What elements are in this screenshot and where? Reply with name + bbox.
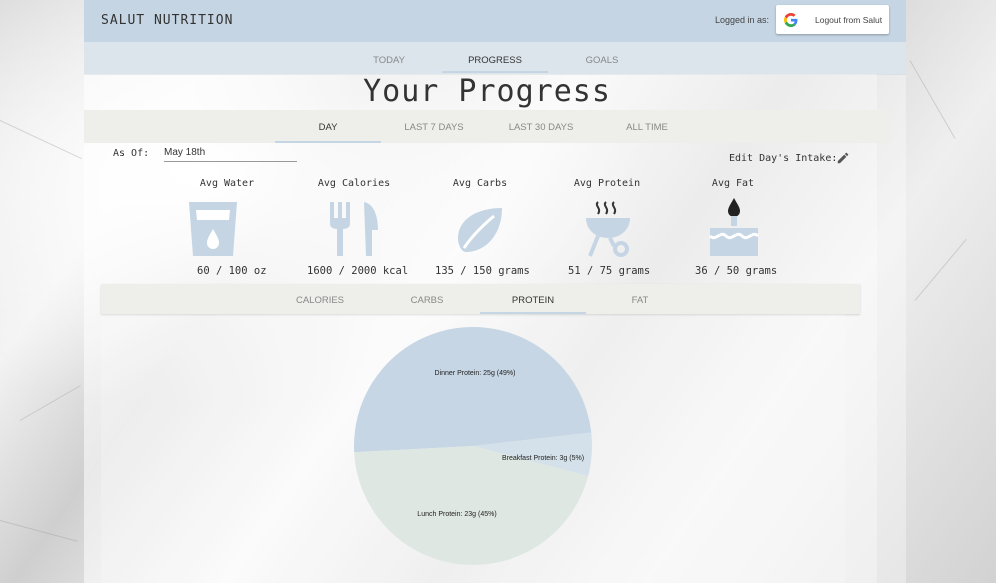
pie-slice-breakfast-label: Breakfast Protein: 3g (5%) [502,455,584,462]
protein-pie-chart: Dinner Protein: 25g (49%) Breakfast Prote… [353,326,592,565]
pie-slice-dinner[interactable] [353,326,592,453]
pie-slice-lunch-label: Lunch Protein: 23g (45%) [417,511,496,518]
pie-slice-dinner-label: Dinner Protein: 25g (49%) [435,370,516,377]
